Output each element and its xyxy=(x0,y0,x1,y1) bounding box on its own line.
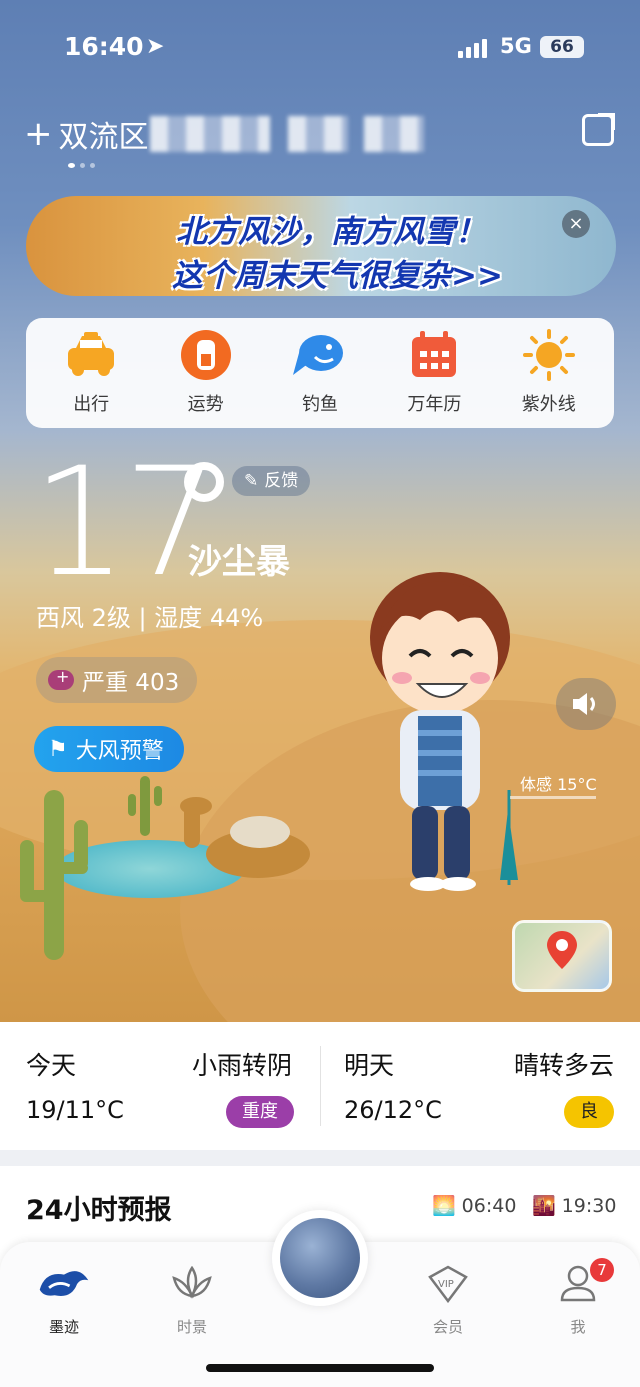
sunrise-time: 06:40 xyxy=(461,1194,517,1217)
tool-travel[interactable]: 出行 xyxy=(41,330,141,416)
wind-humidity: 西风 2级 | 湿度 44% xyxy=(36,604,264,632)
sunset-info: 🌇 19:30 xyxy=(532,1194,617,1218)
cactus-decoration xyxy=(128,776,162,836)
forecast-today[interactable]: 今天 小雨转阴 19/11°C 重度 xyxy=(0,1022,320,1150)
page-indicator xyxy=(68,163,95,168)
forecast-range: 26/12°C xyxy=(344,1096,442,1124)
tool-label: 出行 xyxy=(73,394,110,415)
tool-fishing[interactable]: 钓鱼 xyxy=(270,330,370,416)
tab-vip[interactable]: VIP 会员 xyxy=(398,1262,498,1337)
tab-moji[interactable]: 墨迹 xyxy=(14,1262,114,1337)
globe-icon xyxy=(280,1218,360,1298)
forecast-aqi-badge: 重度 xyxy=(226,1096,294,1128)
speaker-button[interactable] xyxy=(556,678,616,730)
close-icon[interactable]: × xyxy=(562,210,590,238)
feedback-label: 反馈 xyxy=(264,471,299,491)
speaker-icon xyxy=(573,693,595,715)
forecast-desc: 晴转多云 xyxy=(513,1051,614,1080)
center-weather-globe-button[interactable] xyxy=(272,1210,368,1306)
feels-like-bar xyxy=(510,796,596,799)
feedback-button[interactable]: ✎ 反馈 xyxy=(232,466,311,496)
signal-icon xyxy=(458,38,487,58)
location-name[interactable]: 双流区 xyxy=(59,112,149,156)
vip-icon: VIP xyxy=(420,1262,476,1306)
mask-icon xyxy=(48,667,74,690)
forecast-day: 明天 xyxy=(344,1051,395,1080)
tab-label: 我 xyxy=(570,1318,586,1336)
tool-label: 紫外线 xyxy=(521,394,576,415)
weather-condition: 沙尘暴 xyxy=(188,542,290,582)
home-indicator xyxy=(206,1364,434,1372)
location-selector[interactable]: + 双流区 xyxy=(24,112,149,156)
tool-calendar[interactable]: 万年历 xyxy=(384,330,484,416)
aqi-label: 严重 403 xyxy=(82,670,180,696)
tool-label: 万年历 xyxy=(407,394,462,415)
forecast-range: 19/11°C xyxy=(26,1096,124,1124)
tab-scenes[interactable]: 时景 xyxy=(142,1262,242,1337)
section-title: 24小时预报 xyxy=(26,1195,172,1226)
location-arrow-icon: ➤ xyxy=(146,34,165,59)
tool-label: 钓鱼 xyxy=(301,394,338,415)
promo-banner[interactable]: 北方风沙，南方风雪！ 这个周末天气很复杂>> × xyxy=(26,196,616,296)
tab-label: 会员 xyxy=(432,1318,463,1336)
tools-card: 出行 运势 钓鱼 万年历 紫外线 xyxy=(26,318,614,428)
status-bar: 16:40 ➤ 5G 66 xyxy=(0,30,640,66)
sunset-icon: 🌇 xyxy=(532,1195,556,1217)
fortune-icon xyxy=(178,330,234,380)
mascot-character[interactable] xyxy=(340,560,540,900)
daily-forecast: 今天 小雨转阴 19/11°C 重度 明天 晴转多云 26/12°C 良 xyxy=(0,1022,640,1150)
tool-uv[interactable]: 紫外线 xyxy=(499,329,599,416)
redacted-address xyxy=(150,116,270,152)
banner-subline: 这个周末天气很复杂>> xyxy=(172,258,503,294)
warning-flag-icon: ⚑ xyxy=(48,736,68,762)
edit-icon: ✎ xyxy=(244,471,259,491)
feels-like: 体感 15°C xyxy=(520,775,597,794)
cactus-decoration xyxy=(20,790,88,960)
svg-text:VIP: VIP xyxy=(438,1279,454,1290)
sunset-time: 19:30 xyxy=(561,1194,617,1217)
fish-icon xyxy=(292,330,348,380)
tab-label: 时景 xyxy=(176,1318,207,1336)
notification-badge: 7 xyxy=(590,1258,614,1282)
tool-fortune[interactable]: 运势 xyxy=(156,330,256,416)
share-icon[interactable] xyxy=(582,113,615,146)
sun-icon xyxy=(521,329,577,381)
forecast-desc: 小雨转阴 xyxy=(191,1051,292,1080)
tab-label: 墨迹 xyxy=(48,1318,79,1336)
warning-label: 大风预警 xyxy=(75,739,164,764)
taxi-icon xyxy=(63,330,119,380)
lotus-icon xyxy=(164,1262,220,1306)
sunrise-icon: 🌅 xyxy=(432,1195,456,1217)
forecast-day: 今天 xyxy=(26,1051,77,1080)
redacted-address xyxy=(288,116,348,152)
aqi-badge[interactable]: 严重 403 xyxy=(36,657,198,703)
camel-decoration xyxy=(180,797,310,878)
network-label: 5G xyxy=(500,34,532,58)
map-button[interactable] xyxy=(512,920,612,992)
degree-symbol xyxy=(184,462,224,502)
sunrise-info: 🌅 06:40 xyxy=(432,1194,517,1218)
map-pin-icon xyxy=(547,931,577,969)
forecast-aqi-badge: 良 xyxy=(564,1096,614,1128)
tool-label: 运势 xyxy=(187,394,224,415)
moji-icon xyxy=(36,1262,92,1306)
add-city-icon[interactable]: + xyxy=(24,114,53,154)
wind-warning-button[interactable]: ⚑ 大风预警 xyxy=(34,726,184,772)
redacted-address xyxy=(364,116,424,152)
forecast-tomorrow[interactable]: 明天 晴转多云 26/12°C 良 xyxy=(320,1022,640,1150)
banner-headline: 北方风沙，南方风雪！ xyxy=(176,214,486,250)
calendar-icon xyxy=(406,330,462,380)
battery-icon: 66 xyxy=(540,36,584,58)
status-time: 16:40 xyxy=(64,32,144,61)
